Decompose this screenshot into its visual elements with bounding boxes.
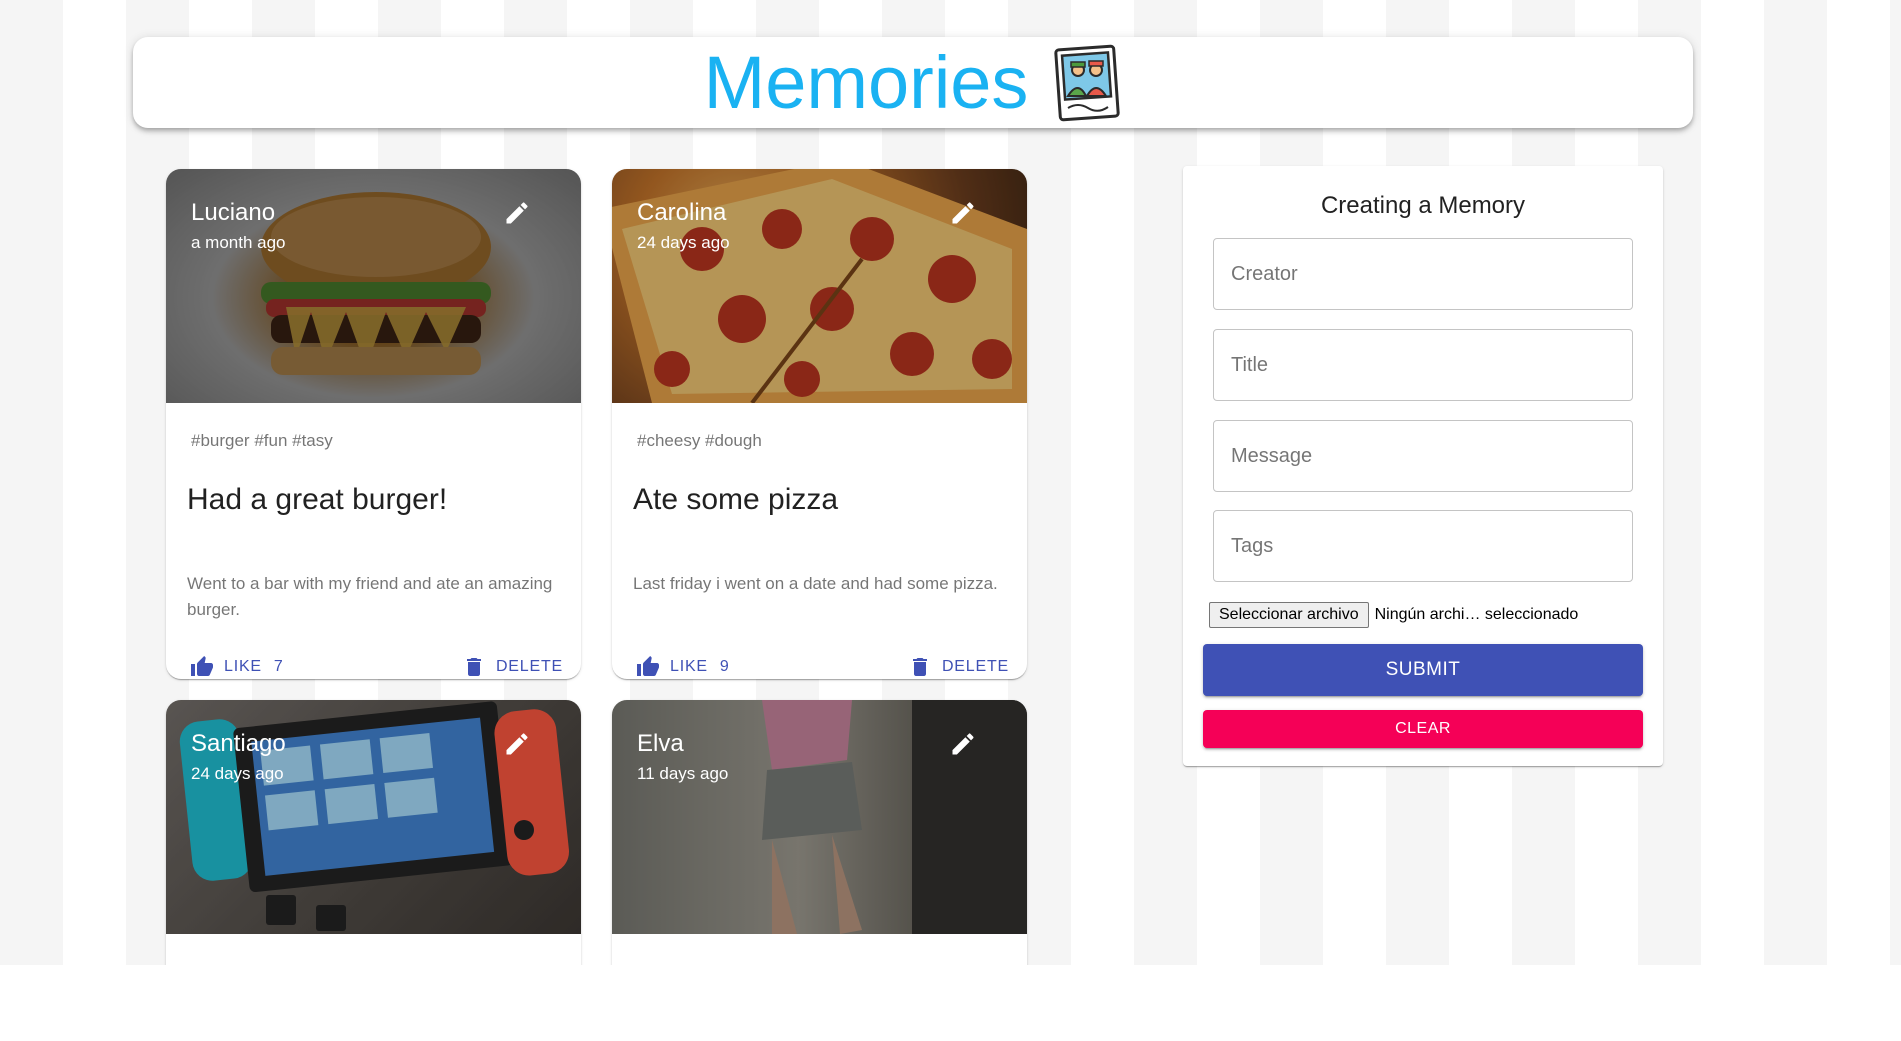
post-message: Went to a bar with my friend and ate an … <box>187 574 553 619</box>
thumb-up-icon <box>637 656 659 676</box>
post-image-pizza: Carolina 24 days ago <box>612 169 1027 403</box>
post-image-burger: Luciano a month ago <box>166 169 581 403</box>
post-actions: LIKE 9 DELETE <box>612 647 1027 679</box>
app-title: Memories <box>703 40 1029 124</box>
submit-button[interactable]: SUBMIT <box>1203 644 1643 696</box>
post-creator: Luciano <box>191 199 276 226</box>
title-field[interactable] <box>1213 329 1633 401</box>
post-time: a month ago <box>191 233 286 252</box>
page-background: Memories Luciano a month ago #burger #fu… <box>0 0 1901 965</box>
delete-button[interactable]: DELETE <box>462 655 563 679</box>
photo-memories-icon <box>1054 44 1121 121</box>
like-button[interactable]: LIKE 9 <box>636 655 730 679</box>
post-card: Santiago 24 days ago #gamer #hardcore #e… <box>166 700 581 965</box>
create-memory-form: Creating a Memory Seleccionar archivo Ni… <box>1183 166 1663 766</box>
delete-button[interactable]: DELETE <box>908 655 1009 679</box>
post-creator: Santiago <box>191 730 286 757</box>
thumb-up-icon <box>191 656 213 676</box>
file-status-text: Ningún archi… seleccionado <box>1374 606 1579 623</box>
post-card: Carolina 24 days ago #cheesy #dough Ate … <box>612 169 1027 679</box>
post-time: 24 days ago <box>637 233 730 252</box>
choose-file-button[interactable]: Seleccionar archivo <box>1209 602 1369 628</box>
message-field[interactable] <box>1213 420 1633 492</box>
post-time: 24 days ago <box>191 764 284 783</box>
app-bar: Memories <box>133 37 1693 128</box>
creator-field[interactable] <box>1213 238 1633 310</box>
edit-pencil-icon[interactable] <box>503 199 531 227</box>
post-card: Elva 11 days ago #joggers #naggers #rela… <box>612 700 1027 965</box>
post-creator: Carolina <box>637 199 727 226</box>
post-tags: #gamer #hardcore #e-sport <box>166 934 581 965</box>
post-tags: #joggers #naggers #relax <box>612 934 1027 965</box>
post-tags: #cheesy #dough <box>637 431 762 450</box>
clear-button[interactable]: CLEAR <box>1203 710 1643 748</box>
trash-icon <box>912 658 927 676</box>
like-label: LIKE <box>224 658 262 675</box>
post-time: 11 days ago <box>637 764 729 783</box>
delete-label: DELETE <box>495 658 563 675</box>
edit-pencil-icon[interactable] <box>949 730 977 758</box>
file-input: Seleccionar archivo Ningún archi… selecc… <box>1209 602 1578 628</box>
form-heading: Creating a Memory <box>1320 192 1526 219</box>
post-creator: Elva <box>637 730 684 757</box>
trash-icon <box>466 658 481 676</box>
post-image-nintendo-switch: Santiago 24 days ago <box>166 700 581 934</box>
tags-field[interactable] <box>1213 510 1633 582</box>
post-message: Last friday i went on a date and had som… <box>633 574 998 593</box>
delete-label: DELETE <box>941 658 1009 675</box>
post-title: Had a great burger! <box>187 483 448 516</box>
post-title: Ate some pizza <box>633 483 839 516</box>
like-label: LIKE <box>670 658 708 675</box>
post-card: Luciano a month ago #burger #fun #tasy H… <box>166 169 581 679</box>
edit-pencil-icon[interactable] <box>949 199 977 227</box>
like-count: 9 <box>719 658 730 675</box>
like-button[interactable]: LIKE 7 <box>190 655 284 679</box>
like-count: 7 <box>273 658 284 675</box>
edit-pencil-icon[interactable] <box>503 730 531 758</box>
post-actions: LIKE 7 DELETE <box>166 647 581 679</box>
post-image-jogger: Elva 11 days ago <box>612 700 1027 934</box>
post-tags: #burger #fun #tasy <box>191 431 333 450</box>
